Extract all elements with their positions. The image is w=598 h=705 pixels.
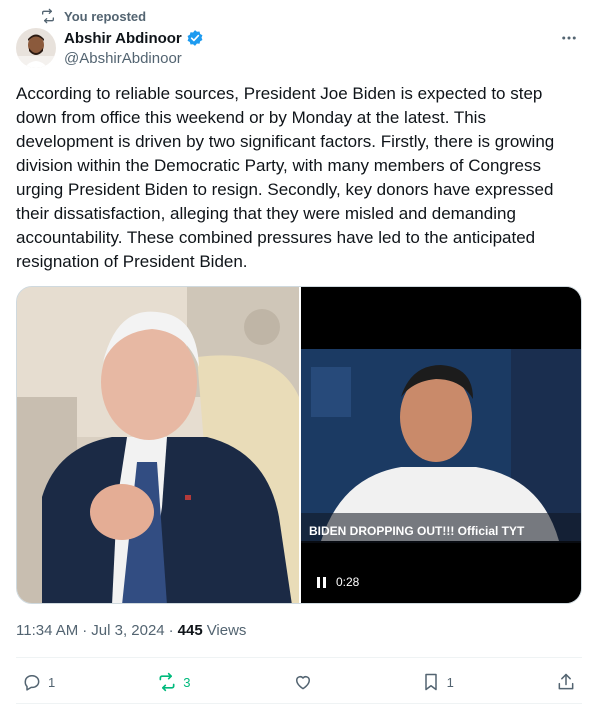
views-count[interactable]: 445 [178, 622, 203, 639]
pause-icon[interactable] [317, 576, 326, 588]
retweet-icon [159, 672, 175, 692]
divider-top [16, 657, 582, 658]
more-options-button[interactable] [558, 28, 580, 48]
meta-separator-1: · [82, 622, 88, 639]
photo-image[interactable] [17, 287, 299, 603]
meta-separator-2: · [168, 622, 174, 639]
reply-count: 1 [48, 674, 56, 690]
author-handle[interactable]: @AbshirAbdinoor [64, 50, 204, 67]
author-name[interactable]: Abshir Abdinoor [64, 30, 182, 47]
views-label: Views [206, 622, 247, 639]
bookmark-icon [424, 673, 437, 691]
author-block[interactable]: Abshir Abdinoor @AbshirAbdinoor [64, 28, 204, 67]
repost-button[interactable]: 3 [157, 672, 191, 692]
reply-button[interactable]: 1 [22, 672, 55, 692]
avatar[interactable] [16, 28, 56, 68]
tweet-text: According to reliable sources, President… [16, 84, 555, 271]
video-player[interactable]: BIDEN DROPPING OUT!!! Official TYT 0:28 [301, 287, 581, 603]
verified-badge-icon [187, 30, 203, 46]
like-button[interactable] [293, 672, 319, 692]
share-button[interactable] [556, 672, 576, 692]
reply-icon [24, 675, 40, 691]
video-controls: 0:28 [317, 575, 359, 589]
repost-indicator[interactable]: You reposted [40, 8, 146, 24]
bookmark-count: 1 [446, 674, 454, 690]
tweet-date[interactable]: Jul 3, 2024 [91, 622, 164, 639]
repost-label: You reposted [64, 8, 147, 24]
video-caption: BIDEN DROPPING OUT!!! Official TYT [309, 524, 525, 538]
repost-icon [42, 8, 54, 24]
more-dots-icon [562, 36, 576, 40]
bookmark-button[interactable]: 1 [421, 672, 454, 692]
tweet-meta: 11:34 AM · Jul 3, 2024 · 445 Views [16, 622, 246, 639]
video-time: 0:28 [336, 575, 360, 589]
share-icon [558, 673, 574, 690]
repost-count: 3 [183, 674, 191, 690]
heart-icon [295, 676, 310, 690]
divider-bottom [16, 703, 582, 704]
media-container[interactable]: BIDEN DROPPING OUT!!! Official TYT 0:28 [16, 286, 582, 604]
action-bar: 1 3 1 [16, 662, 582, 702]
tweet-time[interactable]: 11:34 AM [16, 622, 78, 639]
